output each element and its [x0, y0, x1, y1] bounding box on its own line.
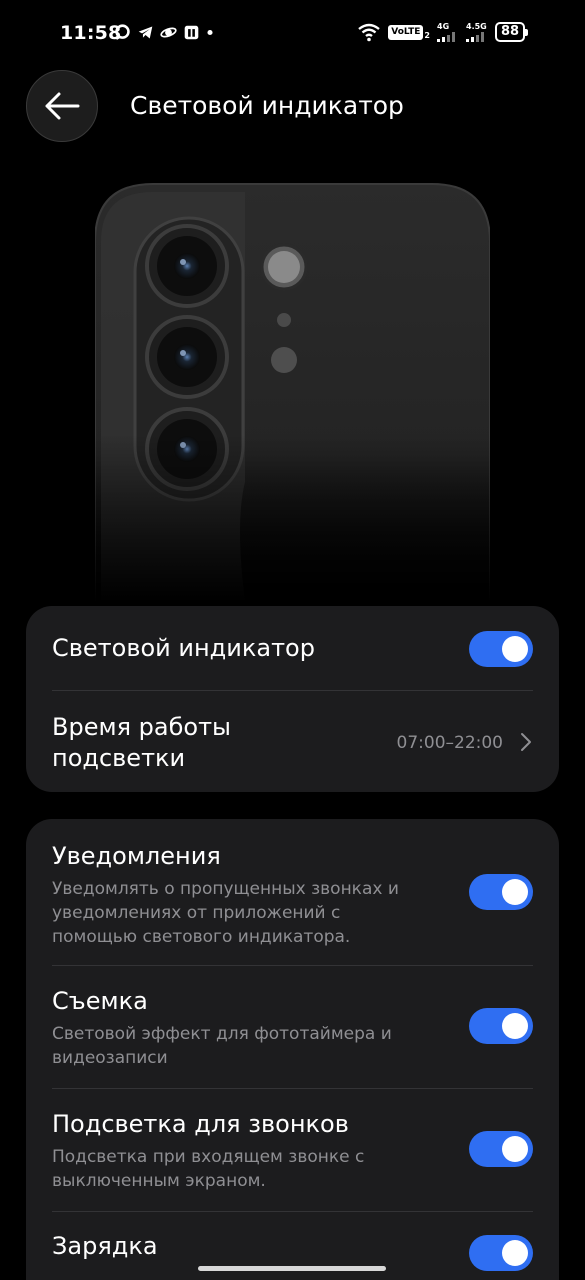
divider [52, 690, 533, 691]
divider [52, 965, 533, 966]
signal-1: 4G [437, 21, 459, 42]
indicator-toggle-row[interactable]: Световой индикатор [52, 633, 533, 664]
volte-badge: VoLTE [388, 24, 424, 40]
page-title: Световой индикатор [130, 91, 404, 120]
notification-icons [114, 24, 214, 41]
signal-bars-icon [466, 31, 484, 42]
shooting-toggle-switch[interactable] [469, 1008, 533, 1044]
arrow-left-icon [45, 92, 80, 120]
working-time-label: Время работы подсветки [52, 713, 231, 772]
wifi-icon [358, 23, 380, 42]
toggle-knob [502, 1136, 528, 1162]
list-item-charging[interactable]: Зарядка [52, 1231, 533, 1262]
telegram-icon [138, 26, 153, 39]
signal-bars-icon [437, 31, 455, 42]
notifications-description: Уведомлять о пропущенных звонках и уведо… [52, 879, 399, 947]
working-time-row[interactable]: Время работы подсветки [52, 712, 352, 774]
call-light-label: Подсветка для звонков [52, 1110, 349, 1138]
dot-icon [207, 29, 213, 36]
charging-toggle-switch[interactable] [469, 1235, 533, 1271]
home-indicator[interactable] [198, 1266, 386, 1271]
working-time-value: 07:00–22:00 [396, 733, 503, 753]
chat-icon [115, 24, 130, 41]
charging-label: Зарядка [52, 1232, 158, 1260]
notifications-toggle-switch[interactable] [469, 874, 533, 910]
divider [52, 1211, 533, 1212]
planet-icon [160, 27, 177, 38]
signal-2: 4.5G [466, 21, 488, 42]
battery-icon: 88 [495, 22, 528, 42]
toggle-knob [502, 879, 528, 905]
app-icon [184, 25, 199, 40]
status-time: 11:58 [60, 22, 122, 44]
notifications-label: Уведомления [52, 842, 221, 870]
phone-back-illustration [95, 182, 490, 602]
network-type-2: 4.5G [466, 21, 487, 31]
list-item-shooting[interactable]: Съемка Световой эффект для фототаймера и… [52, 986, 533, 1070]
sim-index: 2 [424, 30, 430, 40]
chevron-right-icon [521, 733, 531, 751]
indicator-settings-card: Световой индикатор Время работы подсветк… [26, 606, 559, 792]
toggle-knob [502, 1240, 528, 1266]
indicator-toggle-switch[interactable] [469, 631, 533, 667]
call-light-description: Подсветка при входящем звонке с выключен… [52, 1147, 365, 1191]
list-item-call-light[interactable]: Подсветка для звонков Подсветка при вход… [52, 1109, 533, 1193]
network-type-1: 4G [437, 21, 450, 31]
indicator-toggle-label: Световой индикатор [52, 634, 315, 662]
light-effects-card: Уведомления Уведомлять о пропущенных зво… [26, 819, 559, 1280]
shooting-label: Съемка [52, 987, 148, 1015]
list-item-notifications[interactable]: Уведомления Уведомлять о пропущенных зво… [52, 841, 533, 949]
back-button[interactable] [26, 70, 98, 142]
status-bar: 11:58 VoLTE 2 4G 4.5G 88 [0, 0, 585, 70]
shooting-description: Световой эффект для фототаймера и видеоз… [52, 1024, 392, 1068]
call-light-toggle-switch[interactable] [469, 1131, 533, 1167]
status-right: VoLTE 2 4G 4.5G 88 [357, 21, 528, 42]
toggle-knob [502, 1013, 528, 1039]
divider [52, 1088, 533, 1089]
toggle-knob [502, 636, 528, 662]
